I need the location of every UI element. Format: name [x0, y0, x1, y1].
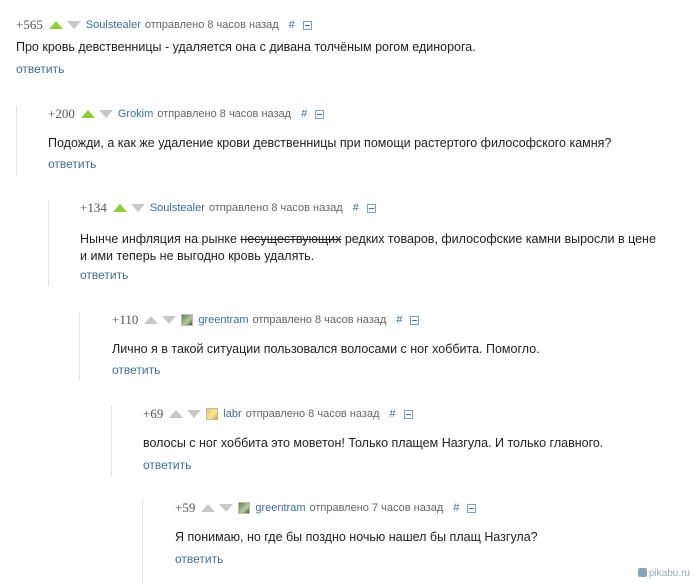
comment-score: +59 — [175, 500, 196, 515]
collapse-icon[interactable] — [302, 20, 312, 30]
collapse-icon[interactable] — [467, 503, 477, 513]
username-link[interactable]: greentram — [198, 314, 248, 326]
comment-text: Я понимаю, но где бы поздно ночью нашел … — [175, 530, 538, 544]
comment-3: +134 Soulstealer отправлено 8 часов наза… — [48, 200, 687, 286]
comment-5: +69 labr отправлено 8 часов назад # воло… — [111, 406, 687, 476]
posted-time: отправлено 8 часов назад — [252, 314, 387, 326]
comment-text-line2: и ими теперь не выгодно кровь удалять. — [80, 249, 315, 263]
comment-inner: +69 labr отправлено 8 часов назад # воло… — [143, 406, 687, 476]
reply-link[interactable]: ответить — [80, 268, 128, 282]
user-avatar-icon — [238, 502, 251, 514]
downvote-arrow-icon[interactable] — [130, 204, 145, 212]
reply-link[interactable]: ответить — [143, 458, 191, 472]
comment-header: +134 Soulstealer отправлено 8 часов наза… — [80, 200, 376, 216]
permalink-hash[interactable]: # — [453, 502, 459, 514]
reply-link[interactable]: ответить — [112, 363, 160, 377]
comment-score: +110 — [112, 312, 139, 327]
comment-inner: +59 greentram отправлено 7 часов назад #… — [175, 500, 687, 583]
permalink-hash[interactable]: # — [396, 314, 402, 326]
downvote-arrow-icon[interactable] — [219, 504, 234, 512]
comment-4: +110 greentram отправлено 8 часов назад … — [79, 312, 687, 380]
site-watermark: pikabu.ru — [637, 568, 690, 579]
downvote-arrow-icon[interactable] — [187, 410, 202, 418]
downvote-arrow-icon[interactable] — [98, 110, 113, 118]
comment-text: Подожди, а как же удаление крови девстве… — [48, 136, 612, 150]
downvote-arrow-icon[interactable] — [66, 21, 81, 29]
permalink-hash[interactable]: # — [389, 408, 395, 420]
comment-text-part: Нынче инфляция на рынке — [80, 232, 241, 246]
posted-time: отправлено 7 часов назад — [309, 502, 444, 514]
comment-score: +200 — [48, 106, 75, 121]
comment-1: +565 Soulstealer отправлено 8 часов наза… — [16, 17, 686, 79]
comment-text: Нынче инфляция на рынке несуществующих р… — [80, 231, 656, 265]
permalink-hash[interactable]: # — [301, 108, 307, 120]
posted-time: отправлено 8 часов назад — [208, 202, 343, 214]
comment-text-part: редких товаров, философские камни выросл… — [341, 232, 656, 246]
watermark-text: pikabu.ru — [648, 568, 690, 579]
comment-2: +200 Grokim отправлено 8 часов назад # П… — [16, 106, 687, 176]
collapse-icon[interactable] — [315, 109, 325, 119]
comment-header: +110 greentram отправлено 8 часов назад … — [112, 312, 420, 328]
comment-header: +69 labr отправлено 8 часов назад # — [143, 406, 413, 422]
permalink-hash[interactable]: # — [289, 19, 295, 31]
comment-header: +200 Grokim отправлено 8 часов назад # — [48, 106, 325, 122]
comment-score: +134 — [80, 200, 107, 215]
upvote-arrow-icon[interactable] — [201, 504, 216, 512]
comment-inner: +110 greentram отправлено 8 часов назад … — [112, 312, 687, 380]
username-link[interactable]: labr — [223, 408, 241, 420]
reply-link[interactable]: ответить — [48, 157, 96, 171]
permalink-hash[interactable]: # — [353, 202, 359, 214]
collapse-icon[interactable] — [366, 203, 376, 213]
user-avatar-icon — [181, 314, 194, 326]
username-link[interactable]: Soulstealer — [86, 19, 141, 31]
upvote-arrow-icon[interactable] — [169, 410, 184, 418]
posted-time: отправлено 8 часов назад — [157, 108, 292, 120]
collapse-icon[interactable] — [410, 315, 420, 325]
username-link[interactable]: greentram — [255, 502, 305, 514]
upvote-arrow-icon[interactable] — [144, 316, 159, 324]
username-link[interactable]: Soulstealer — [150, 202, 205, 214]
posted-time: отправлено 8 часов назад — [144, 19, 279, 31]
comment-text: волосы с ног хоббита это моветон! Только… — [143, 436, 604, 450]
strikethrough-text: несуществующих — [240, 232, 342, 246]
pikabu-logo-icon — [637, 568, 647, 577]
upvote-arrow-icon[interactable] — [80, 110, 95, 118]
comment-score: +565 — [16, 17, 43, 32]
posted-time: отправлено 8 часов назад — [245, 408, 380, 420]
reply-link[interactable]: ответить — [175, 552, 223, 566]
comment-score: +69 — [143, 406, 164, 421]
comment-header: +565 Soulstealer отправлено 8 часов наза… — [16, 17, 312, 33]
collapse-icon[interactable] — [403, 409, 413, 419]
reply-link[interactable]: ответить — [16, 62, 64, 76]
comment-inner: +200 Grokim отправлено 8 часов назад # П… — [48, 106, 687, 176]
comment-inner: +134 Soulstealer отправлено 8 часов наза… — [80, 200, 687, 286]
comment-6: +59 greentram отправлено 7 часов назад #… — [142, 500, 687, 583]
username-link[interactable]: Grokim — [118, 108, 153, 120]
upvote-arrow-icon[interactable] — [48, 21, 63, 29]
user-avatar-icon — [206, 408, 219, 420]
comment-text: Лично я в такой ситуации пользовался вол… — [112, 342, 540, 356]
downvote-arrow-icon[interactable] — [162, 316, 177, 324]
upvote-arrow-icon[interactable] — [112, 204, 127, 212]
comment-header: +59 greentram отправлено 7 часов назад # — [175, 500, 477, 516]
comment-text: Про кровь девственницы - удаляется она с… — [16, 40, 476, 54]
